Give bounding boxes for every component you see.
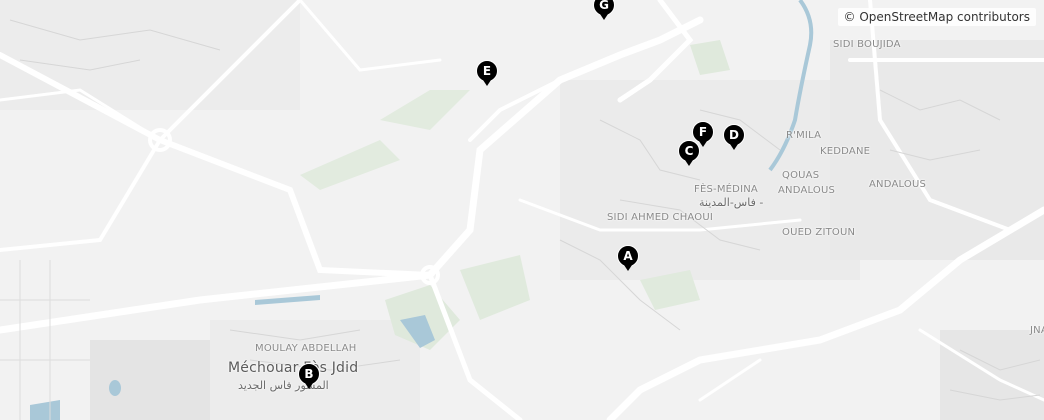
place-label-moulay-abdellah: MOULAY ABDELLAH (255, 343, 357, 354)
marker-pointer-icon (600, 14, 608, 20)
marker-letter: D (723, 124, 745, 146)
map-marker-e[interactable]: E (476, 60, 498, 88)
map-marker-a[interactable]: A (617, 245, 639, 273)
map-marker-b[interactable]: B (298, 363, 320, 391)
place-label-rmila: R'MILA (786, 130, 822, 141)
place-label-andalous: ANDALOUS (869, 179, 927, 190)
marker-pointer-icon (730, 144, 738, 150)
map-marker-g[interactable]: G (593, 0, 615, 22)
place-label-oued-zitoun: OUED ZITOUN (782, 227, 856, 238)
marker-letter: A (617, 245, 639, 267)
map-marker-d[interactable]: D (723, 124, 745, 152)
marker-letter: E (476, 60, 498, 82)
place-label-sidi-boujida: SIDI BOUJIDA (833, 39, 901, 50)
place-label-fes-medina-ar: فاس-المدينة - (699, 196, 764, 209)
place-label-sidi-ahmed-chaoui: SIDI AHMED CHAOUI (607, 212, 714, 223)
marker-pointer-icon (685, 160, 693, 166)
marker-pointer-icon (699, 141, 707, 147)
marker-pointer-icon (483, 80, 491, 86)
marker-pointer-icon (305, 383, 313, 389)
marker-letter: B (298, 363, 320, 385)
marker-pointer-icon (624, 265, 632, 271)
place-label-andalous-upper: ANDALOUS (778, 185, 836, 196)
map-marker-f[interactable]: F (692, 121, 714, 149)
map-base-layer (0, 0, 1044, 420)
place-label-jna: JNA (1030, 325, 1044, 336)
place-label-mechouar: Méchouar Fès Jdid (228, 360, 359, 376)
map-view[interactable]: SIDI BOUJIDA R'MILA KEDDANE FÈS-MÉDINA ف… (0, 0, 1044, 420)
place-label-fes-medina: FÈS-MÉDINA (694, 184, 758, 195)
place-label-qouas: QOUAS (782, 170, 820, 181)
place-label-keddane: KEDDANE (820, 146, 871, 157)
marker-letter: F (692, 121, 714, 143)
map-attribution[interactable]: © OpenStreetMap contributors (837, 8, 1036, 26)
